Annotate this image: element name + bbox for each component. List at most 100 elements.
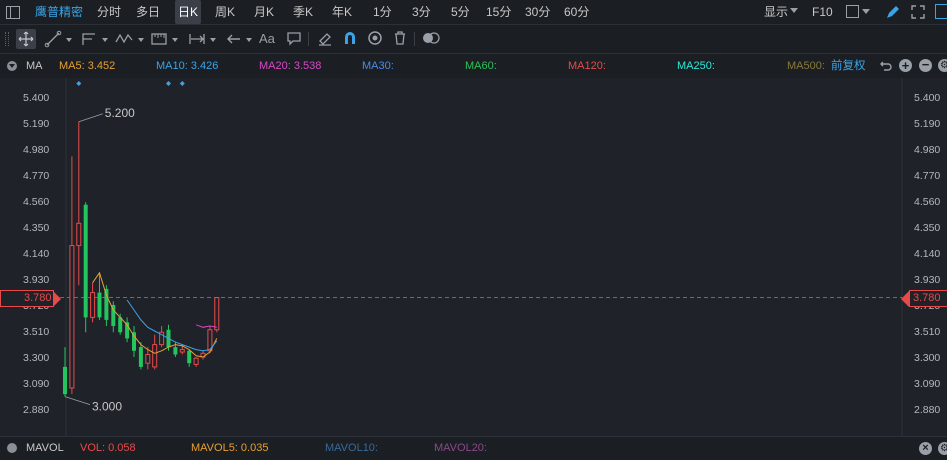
vol-item-0: VOL: 0.058 (80, 442, 136, 454)
kline-chart[interactable]: 5.400 5.400 5.190 5.190 4.980 4.980 4.770 4.770… (0, 78, 947, 436)
y-tick-left: 3.930 (23, 274, 49, 286)
current-price-arrow-right (901, 291, 909, 307)
y-tick-right: 5.400 (914, 92, 940, 104)
y-tick-right: 3.300 (914, 352, 940, 364)
y-tick-left: 4.770 (23, 170, 49, 182)
chevron-down-icon[interactable] (862, 9, 870, 14)
y-tick-right: 3.090 (914, 378, 940, 390)
high-label: 5.200 (105, 106, 135, 120)
stock-title[interactable]: 鹰普精密 (35, 0, 83, 24)
event-marker-icon (179, 81, 185, 86)
period-tab-12[interactable]: 60分 (564, 0, 589, 24)
y-tick-left: 5.190 (23, 118, 49, 130)
candle-body (132, 332, 136, 351)
period-tab-0[interactable]: 分时 (97, 0, 121, 24)
y-tick-left: 2.880 (23, 404, 49, 416)
f10-button[interactable]: F10 (812, 0, 833, 24)
low-pointer (64, 396, 91, 406)
adjust-mode[interactable]: 前复权 (831, 54, 866, 78)
eye-icon[interactable] (367, 30, 383, 46)
candle-body (193, 357, 199, 365)
ma-item-2: MA20: 3.538 (259, 60, 322, 72)
candle-body (214, 297, 220, 331)
arrow-icon[interactable] (225, 30, 243, 48)
period-tab-8[interactable]: 3分 (412, 0, 431, 24)
square-icon[interactable] (846, 5, 859, 18)
candle-body (76, 222, 82, 247)
display-menu[interactable]: 显示 (764, 0, 788, 24)
vol-item-1: MAVOL5: 0.035 (191, 442, 269, 454)
period-tab-4[interactable]: 月K (254, 0, 274, 24)
sidebar-toggle-divider (10, 6, 11, 19)
measure-icon[interactable] (150, 30, 168, 48)
pen-icon[interactable] (885, 4, 901, 20)
ma-item-5: MA120: (568, 60, 606, 72)
close-icon[interactable]: × (919, 442, 932, 455)
event-marker-icon (166, 81, 171, 86)
period-tab-11[interactable]: 30分 (525, 0, 550, 24)
ma-indicator-bar: MA MA5: 3.452 MA10: 3.426 MA20: 3.538 MA30:… (0, 54, 947, 78)
candle-body (90, 292, 96, 318)
y-tick-right: 2.880 (914, 404, 940, 416)
period-tab-10[interactable]: 15分 (486, 0, 511, 24)
collapse-icon[interactable] (7, 443, 17, 453)
chevron-down-icon[interactable] (138, 38, 144, 42)
chevron-down-icon[interactable] (66, 38, 72, 42)
candle-body (152, 344, 158, 368)
chevron-down-icon[interactable] (246, 38, 252, 42)
high-pointer (78, 113, 103, 123)
period-tab-9[interactable]: 5分 (451, 0, 470, 24)
current-price-arrow-left (53, 291, 61, 307)
collapse-arrow-icon (9, 64, 15, 68)
move-icon[interactable] (16, 29, 36, 49)
add-icon[interactable]: + (899, 59, 912, 72)
low-label: 3.000 (92, 400, 122, 414)
settings-icon[interactable]: ⚙ (938, 59, 947, 72)
y-tick-right: 4.350 (914, 222, 940, 234)
y-tick-right: 4.560 (914, 196, 940, 208)
magnet-icon[interactable] (342, 30, 358, 46)
period-tab-6[interactable]: 年K (332, 0, 352, 24)
sidebar-toggle-icon[interactable] (6, 6, 20, 19)
period-tab-1[interactable]: 多日 (136, 0, 160, 24)
ma-item-0: MA5: 3.452 (59, 60, 116, 72)
chevron-down-icon[interactable] (172, 38, 178, 42)
chevron-down-icon[interactable] (790, 8, 798, 13)
window-icon[interactable] (935, 4, 947, 19)
comment-icon[interactable] (286, 30, 302, 46)
toggle-icon[interactable] (421, 30, 441, 46)
eraser-icon[interactable] (317, 30, 333, 46)
wave-tool-icon[interactable] (114, 30, 134, 48)
range-icon[interactable] (188, 30, 206, 48)
remove-icon[interactable]: − (919, 58, 932, 72)
y-tick-right: 4.770 (914, 170, 940, 182)
y-tick-right: 3.930 (914, 274, 940, 286)
candle-body (83, 204, 88, 318)
ma20-line (195, 324, 217, 328)
candle-body (97, 292, 102, 318)
y-tick-left: 5.400 (23, 92, 49, 104)
settings-icon[interactable]: ⚙ (938, 442, 947, 455)
current-price-right: 3.780 (913, 292, 941, 304)
text-icon[interactable]: Aa (259, 30, 275, 48)
period-tab-3[interactable]: 周K (215, 0, 235, 24)
expand-icon[interactable] (910, 4, 926, 20)
period-tab-7[interactable]: 1分 (373, 0, 392, 24)
chevron-down-icon[interactable] (102, 38, 108, 42)
candle-body (63, 366, 67, 395)
candle-body (187, 350, 192, 364)
period-tab-5[interactable]: 季K (293, 0, 313, 24)
mavol-label: MAVOL (26, 442, 64, 454)
trash-icon[interactable] (392, 30, 408, 46)
event-marker-icon (76, 81, 82, 86)
chevron-down-icon[interactable] (210, 38, 216, 42)
undo-icon[interactable] (879, 59, 893, 73)
ma-label: MA (26, 60, 43, 72)
period-tab-2[interactable]: 日K (175, 0, 202, 24)
current-price-left: 3.780 (24, 292, 52, 304)
vol-item-2: MAVOL10: (325, 442, 378, 454)
pitchfork-icon[interactable] (80, 30, 98, 48)
candlestick-plot[interactable]: 5.400 5.400 5.190 5.190 4.980 4.980 4.770 4.770… (0, 78, 947, 436)
line-tool-icon[interactable] (44, 30, 62, 48)
y-tick-left: 4.560 (23, 196, 49, 208)
